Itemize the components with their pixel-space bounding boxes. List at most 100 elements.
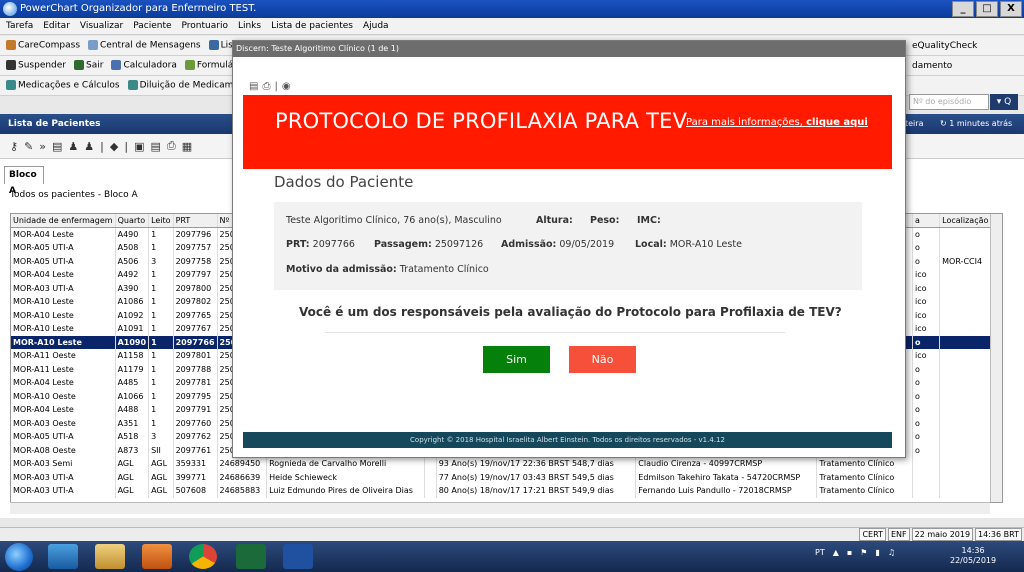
table-cell: Claudio Cirenza - 40997CRMSP xyxy=(635,457,818,471)
table-cell: AGL xyxy=(148,484,174,498)
signal-icon[interactable]: ▮ xyxy=(875,548,879,557)
print-icon[interactable]: ⎙ xyxy=(167,139,176,153)
carecompass-button[interactable]: CareCompass xyxy=(6,40,80,51)
table-row[interactable]: MOR-A03 Semi AGL AGL 359331 24689450 Rognieda… xyxy=(11,457,1002,471)
menu-tarefa[interactable]: Tarefa xyxy=(6,18,33,34)
protocol-banner: PROTOCOLO DE PROFILAXIA PARA TEV Para ma… xyxy=(243,95,892,169)
table-cell xyxy=(912,470,941,484)
table-cell: 2097791 xyxy=(173,403,218,417)
calculadora-label: Calculadora xyxy=(123,60,177,71)
ie-taskbar-icon[interactable] xyxy=(48,544,78,569)
table-row[interactable]: MOR-A03 UTI-A AGL AGL 399771 24686639 Heide S… xyxy=(11,470,1002,484)
menu-visualizar[interactable]: Visualizar xyxy=(80,18,123,34)
medicamento-button[interactable]: damento xyxy=(912,61,952,71)
document-icon[interactable]: ▤ xyxy=(52,140,62,153)
table-cell: 2097766 xyxy=(173,335,218,349)
status-cert: CERT xyxy=(859,528,886,541)
filter-icon[interactable]: ◆ xyxy=(110,140,118,153)
more-info-link[interactable]: Para mais informações, clique aqui xyxy=(686,116,876,130)
table-cell: 2097758 xyxy=(173,254,218,268)
table-cell: MOR-A05 UTI-A xyxy=(11,241,116,255)
menu-paciente[interactable]: Paciente xyxy=(133,18,171,34)
table-cell: 1 xyxy=(148,403,174,417)
no-button[interactable]: Não xyxy=(569,346,636,373)
table-cell: A518 xyxy=(115,430,150,444)
menu-links[interactable]: Links xyxy=(238,18,261,34)
menu-lista-pacientes[interactable]: Lista de pacientes xyxy=(271,18,353,34)
language-indicator[interactable]: PT xyxy=(815,548,825,557)
responsibility-question: Você é um dos responsáveis pela avaliaçã… xyxy=(299,305,842,319)
table-cell: 2097801 xyxy=(173,349,218,363)
maximize-button[interactable]: □ xyxy=(976,1,998,17)
grid-horizontal-scrollbar[interactable] xyxy=(10,502,990,514)
menu-editar[interactable]: Editar xyxy=(43,18,70,34)
taskbar-clock[interactable]: 14:36 22/05/2019 xyxy=(950,546,996,566)
search-button[interactable]: ▾ Q xyxy=(990,94,1018,110)
close-button[interactable]: X xyxy=(1000,1,1022,17)
key-icon[interactable]: ⚷ xyxy=(10,140,18,153)
col-a[interactable]: a xyxy=(912,214,941,228)
minimize-button[interactable]: _ xyxy=(952,1,974,17)
col-leito[interactable]: Leito xyxy=(148,214,174,228)
episode-search-input[interactable]: Nº do episódio xyxy=(909,94,989,110)
refresh-status[interactable]: ↻ 1 minutes atrás xyxy=(940,114,1012,134)
menu-prontuario[interactable]: Prontuario xyxy=(182,18,228,34)
yes-button[interactable]: Sim xyxy=(483,346,550,373)
table-cell: o xyxy=(912,254,941,268)
explorer-taskbar-icon[interactable] xyxy=(95,544,125,569)
table-cell xyxy=(424,457,437,471)
suspender-button[interactable]: Suspender xyxy=(6,60,66,71)
people2-icon[interactable]: ♟ xyxy=(84,140,94,153)
col-prt[interactable]: PRT xyxy=(173,214,218,228)
people-icon[interactable]: ♟ xyxy=(68,140,78,153)
forward-icon[interactable]: » xyxy=(39,140,46,153)
list-view-icon[interactable]: ▤ xyxy=(150,140,160,153)
status-enf: ENF xyxy=(887,528,910,541)
table-cell: o xyxy=(912,403,941,417)
table-cell: 2097757 xyxy=(173,241,218,255)
table-row[interactable]: MOR-A03 UTI-A AGL AGL 507608 24685883 Luiz Ed… xyxy=(11,484,1002,498)
table-cell: 24686639 xyxy=(217,470,268,484)
cp-taskbar-icon[interactable] xyxy=(236,544,266,569)
network-icon[interactable]: ▪ xyxy=(847,548,852,557)
binoculars-icon[interactable]: ◉ xyxy=(282,81,291,92)
medicacoes-calculos-button[interactable]: Medicações e Cálculos xyxy=(6,80,120,91)
col-unidade[interactable]: Unidade de enfermagem xyxy=(11,214,116,228)
central-mensagens-button[interactable]: Central de Mensagens xyxy=(88,40,201,51)
printer-icon[interactable]: ⎙ xyxy=(262,81,270,92)
tab-bloco-a[interactable]: Bloco A xyxy=(4,166,44,196)
table-cell: A390 xyxy=(115,281,150,295)
flag-icon[interactable]: ⚑ xyxy=(860,548,867,557)
menu-ajuda[interactable]: Ajuda xyxy=(363,18,389,34)
table-cell: o xyxy=(912,335,941,349)
table-cell: 24685883 xyxy=(217,484,268,498)
grid-vertical-scrollbar[interactable] xyxy=(990,214,1002,502)
copy-icon[interactable]: ▣ xyxy=(134,140,144,153)
question-divider xyxy=(325,332,785,333)
calculadora-button[interactable]: Calculadora xyxy=(111,60,177,71)
powerchart-taskbar-icon[interactable] xyxy=(283,544,313,569)
start-button[interactable] xyxy=(5,543,33,571)
equalitycheck-button[interactable]: eQualityCheck xyxy=(912,41,977,51)
admissao-field: Admissão: 09/05/2019 xyxy=(501,239,615,250)
table-cell: MOR-A03 Oeste xyxy=(11,416,116,430)
grid-icon[interactable]: ▦ xyxy=(182,140,192,153)
table-cell: 1 xyxy=(148,362,174,376)
col-quarto[interactable]: Quarto xyxy=(115,214,150,228)
volume-icon[interactable]: ♫ xyxy=(888,548,895,557)
sair-button[interactable]: Sair xyxy=(74,60,103,71)
imc-label: IMC: xyxy=(637,215,661,226)
table-cell: MOR-A04 Leste xyxy=(11,268,116,282)
discern-dialog: Discern: Teste Algoritimo Clínico (1 de … xyxy=(232,40,906,458)
separator2-icon: | xyxy=(124,139,129,153)
separator-icon: | xyxy=(100,139,104,153)
edit-icon[interactable]: ✎ xyxy=(24,140,33,153)
tray-up-icon[interactable]: ▲ xyxy=(833,548,839,557)
status-time: 14:36 BRT xyxy=(975,528,1022,541)
media-taskbar-icon[interactable] xyxy=(142,544,172,569)
table-cell: MOR-A03 Semi xyxy=(11,457,116,471)
table-cell: AGL xyxy=(148,470,174,484)
chrome-taskbar-icon[interactable] xyxy=(189,544,217,569)
print-preview-icon[interactable]: ▤ xyxy=(249,81,258,92)
clique-aqui-link[interactable]: clique aqui xyxy=(806,117,868,128)
